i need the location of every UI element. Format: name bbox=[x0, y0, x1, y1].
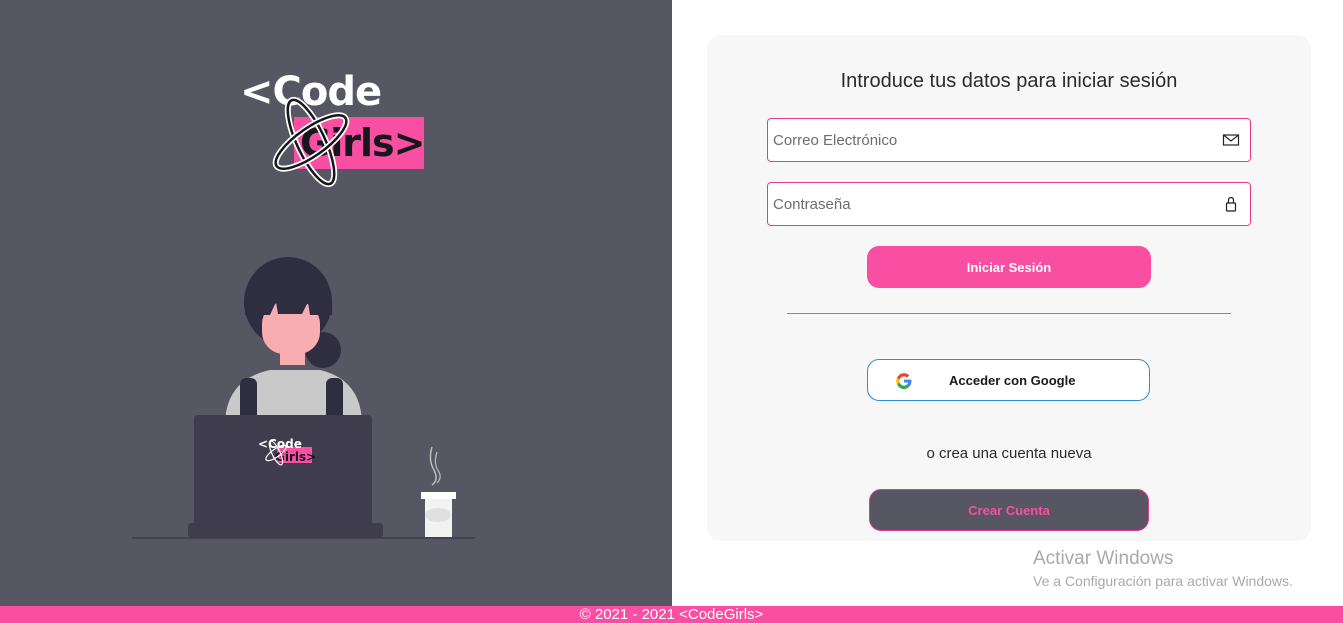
google-g-icon bbox=[896, 373, 912, 389]
signup-prompt: o crea una cuenta nueva bbox=[926, 445, 1092, 462]
google-login-label: Acceder con Google bbox=[949, 373, 1076, 388]
password-field[interactable] bbox=[767, 182, 1251, 226]
google-login-button[interactable]: Acceder con Google bbox=[867, 359, 1150, 401]
atom-icon bbox=[272, 96, 350, 188]
hero-panel: <Code Girls> <Code Girls> bbox=[0, 0, 672, 606]
divider bbox=[787, 313, 1231, 314]
codegirls-logo: <Code Girls> bbox=[238, 70, 438, 190]
windows-activation-title: Activar Windows bbox=[1033, 548, 1174, 569]
envelope-icon bbox=[1222, 134, 1240, 146]
lock-icon bbox=[1225, 196, 1237, 212]
windows-activation-subtitle: Ve a Configuración para activar Windows. bbox=[1033, 573, 1293, 589]
email-field[interactable] bbox=[767, 118, 1251, 162]
password-input[interactable] bbox=[768, 183, 1208, 225]
create-account-button[interactable]: Crear Cuenta bbox=[869, 489, 1149, 531]
footer: © 2021 - 2021 <CodeGirls> bbox=[0, 606, 1343, 623]
footer-copyright: © 2021 - 2021 <CodeGirls> bbox=[579, 606, 764, 623]
login-button[interactable]: Iniciar Sesión bbox=[867, 246, 1151, 288]
laptop-logo-code: <Code bbox=[258, 437, 302, 451]
login-card: Introduce tus datos para iniciar sesión … bbox=[707, 35, 1311, 541]
woman-at-laptop-illustration: <Code Girls> bbox=[132, 257, 475, 539]
login-title: Introduce tus datos para iniciar sesión bbox=[840, 70, 1178, 92]
email-input[interactable] bbox=[768, 119, 1208, 161]
